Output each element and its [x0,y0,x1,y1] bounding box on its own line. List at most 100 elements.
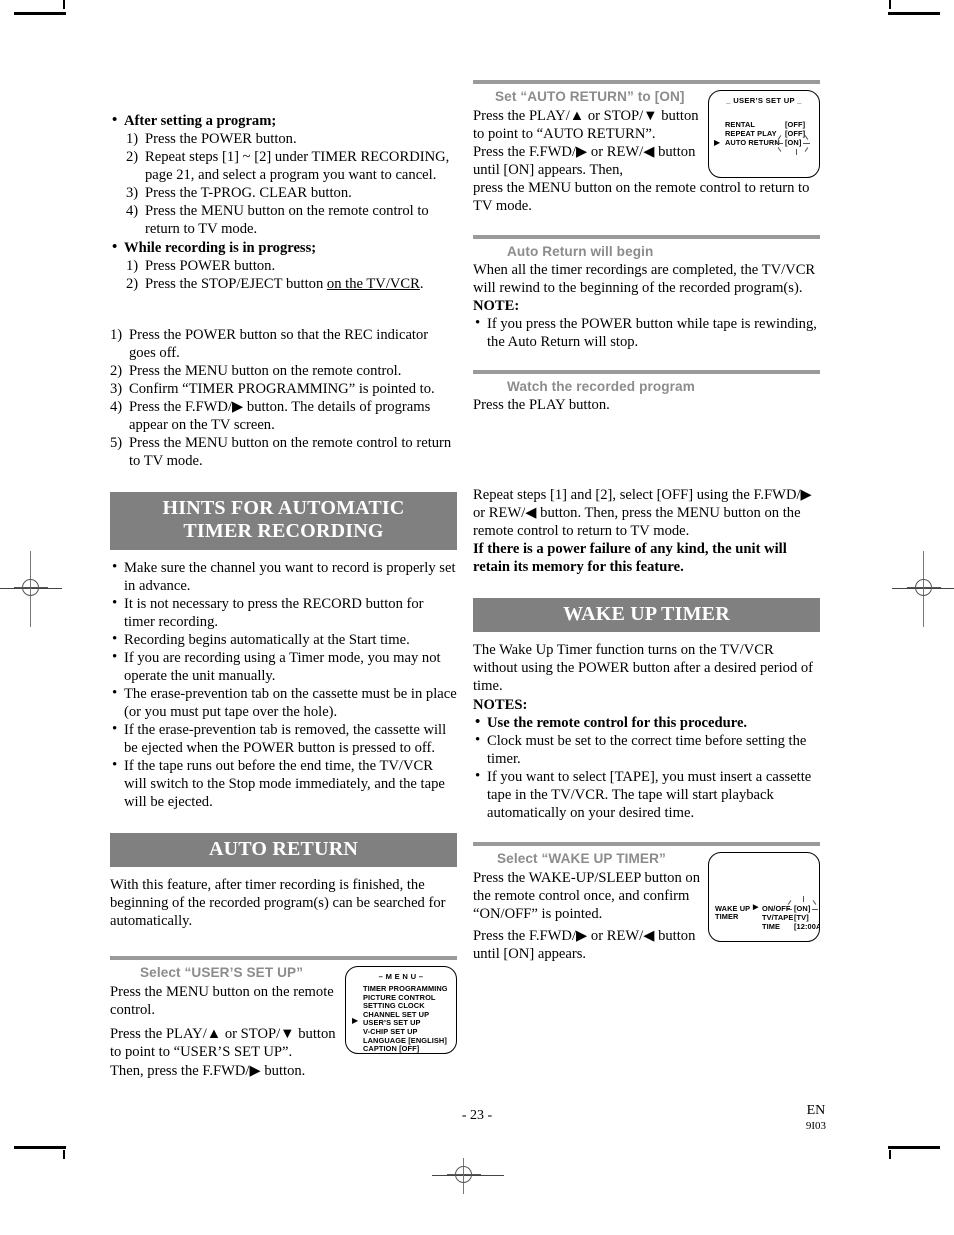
wake-up-timer-screen-diagram: WAKE UP TIMER ▶ ON/OFF TV/TAPE TIME [ON]… [708,851,820,942]
cancel-program-block: After setting a program; 1) Press the PO… [110,111,457,293]
left-column: After setting a program; 1) Press the PO… [110,111,457,1080]
step-text: Press the MENU button on the remote cont… [129,435,452,470]
step-number: 3) [110,381,123,398]
select-wake-up-timer-block: WAKE UP TIMER ▶ ON/OFF TV/TAPE TIME [ON]… [473,846,820,963]
crop-mark-bottom-right-vertical [889,1150,891,1159]
blink-ray-icon [786,908,792,910]
hints-bullet: If the erase-prevention tab is removed, … [110,720,457,757]
set-auto-return-block: _ USER’S SET UP _ ▶ RENTAL [OFF] REPEAT … [473,84,820,215]
auto-return-begin-subhead: Auto Return will begin [507,244,654,260]
step-number: 2) [110,363,123,380]
wake-up-row-value: [ON] [794,903,811,913]
forward-arrow-icon: ▶ [576,144,588,161]
step-number: 5) [110,435,123,452]
cancel-auto-return-text: Repeat steps [1] and [2], select [OFF] u… [473,486,820,540]
auto-return-intro: With this feature, after timer recording… [110,877,446,930]
step-number: 1) [126,131,139,148]
cancel-step: 4) Press the MENU button on the remote c… [126,202,457,238]
crop-mark-top-left-horizontal [14,12,66,15]
auto-return-note-bullet: If you press the POWER button while tape… [473,314,820,351]
step-text: Press the F.FWD/ [129,399,233,416]
page-code-block: EN 9I03 [806,1102,826,1133]
row-label: REPEAT PLAY [725,129,777,138]
text-fragment: Then, press the F.FWD/ [110,1063,250,1080]
step-text: Press the T-PROG. CLEAR button. [145,185,352,202]
step-text: Press the STOP/EJECT button [145,276,327,293]
hints-bullet-list: Make sure the channel you want to record… [110,558,457,811]
registration-mark-left [14,571,48,605]
registration-mark-bottom [447,1158,481,1192]
text-fragment: Press the PLAY/ [110,1026,207,1043]
wake-up-timer-title: WAKE UP TIMER [563,603,730,626]
auto-return-section-banner: AUTO RETURN [110,832,457,868]
row-label: RENTAL [725,120,756,129]
step-text: Press the MENU button on the remote cont… [145,203,429,238]
crop-mark-top-right-horizontal [888,12,940,15]
language-code: EN [806,1103,826,1118]
forward-arrow-icon: ▶ [249,1063,261,1080]
notes-label: NOTES: [473,696,528,713]
cancel-auto-return-block: Repeat steps [1] and [2], select [OFF] u… [473,486,820,576]
watch-recorded-subhead: Watch the recorded program [507,379,695,395]
select-users-setup-block: – M E N U – ▶ TIMER PROGRAMMING PICTURE … [110,960,457,1080]
watch-recorded-body: Press the PLAY button. [473,397,610,414]
hints-bullet: It is not necessary to press the RECORD … [110,594,457,631]
hints-title-line1: HINTS FOR AUTOMATIC [162,497,405,520]
crop-mark-top-right-vertical [889,0,891,9]
text-fragment: or REW/ [587,144,644,161]
set-auto-return-tail: press the MENU button on the remote cont… [473,180,810,215]
cancel-auto-return-bold-note: If there is a power failure of any kind,… [473,541,787,576]
step-text: Press POWER button. [145,258,276,275]
step-number: 2) [126,149,139,166]
users-setup-screen-rows: RENTAL [OFF] REPEAT PLAY [OFF] AUTO RETU… [725,120,815,155]
up-arrow-icon: ▲ [206,1026,222,1043]
rewind-arrow-icon: ◀ [643,144,655,161]
menu-screen-title: – M E N U – [378,972,424,982]
step-number: 4) [110,399,123,416]
step-text: Press the POWER button. [145,131,297,148]
row-value-blinking: [ON] [776,135,811,155]
blink-ray-icon [796,149,797,155]
cancel-while-recording-heading: While recording is in progress; [110,238,457,257]
menu-screen-pointer-icon: ▶ [352,1016,359,1026]
hints-bullet: If you are recording using a Timer mode,… [110,648,457,685]
cancel-step: 2) Repeat steps [1] ~ [2] under TIMER RE… [126,148,457,184]
registration-mark-right [907,571,941,605]
users-setup-row: AUTO RETURN [ON] [725,135,815,155]
wake-up-timer-section-banner: WAKE UP TIMER [473,598,820,633]
menu-screen-diagram: – M E N U – ▶ TIMER PROGRAMMING PICTURE … [345,966,457,1055]
up-arrow-icon: ▲ [569,108,585,124]
hints-section-banner: HINTS FOR AUTOMATIC TIMER RECORDING [110,492,457,550]
auto-return-title: AUTO RETURN [208,837,359,860]
text-fragment: or STOP/ [584,108,644,124]
cancel-step: 1) Press POWER button. [126,257,457,275]
text-fragment: or STOP/ [221,1026,281,1043]
wake-up-row-value: [12:00AM] [794,921,819,931]
step-text: Press the MENU button on the remote cont… [129,363,402,380]
text-fragment: Press the F.FWD/ [473,927,577,944]
select-users-setup-line3: Then, press the F.FWD/▶ button. [110,1062,457,1080]
step-text: Press the POWER button so that the REC i… [129,327,429,362]
confirm-programs-block: 1) Press the POWER button so that the RE… [110,326,457,470]
text-fragment: Press the PLAY/ [473,108,570,124]
step-number: 2) [126,276,139,293]
step-text-tail: . [419,276,424,293]
right-column: _ USER’S SET UP _ ▶ RENTAL [OFF] REPEAT … [473,80,820,963]
step-text: Repeat steps [1] ~ [2] under TIMER RECOR… [145,149,450,184]
wake-up-row-value-blinking: [ON] [786,895,819,914]
blink-ray-icon [812,908,819,910]
wake-up-row-label: TIME [762,921,781,931]
note-label: NOTE: [473,298,520,315]
users-setup-screen-pointer-icon: ▶ [714,138,721,147]
blink-ray-icon [803,143,811,144]
users-setup-screen-diagram: _ USER’S SET UP _ ▶ RENTAL [OFF] REPEAT … [708,90,820,178]
step-text-underlined: on the TV/VCR [326,276,420,293]
forward-arrow-icon: ▶ [800,487,812,504]
wake-up-timer-note: Clock must be set to the correct time be… [473,731,820,768]
text-fragment: Press the F.FWD/ [473,144,577,161]
crop-mark-bottom-left-horizontal [14,1146,66,1149]
text-fragment: Repeat steps [1] and [2], select [OFF] u… [473,487,801,504]
row-label: AUTO RETURN [725,138,780,147]
confirm-step: 1) Press the POWER button so that the RE… [110,326,457,362]
row-value: [ON] [785,138,802,147]
